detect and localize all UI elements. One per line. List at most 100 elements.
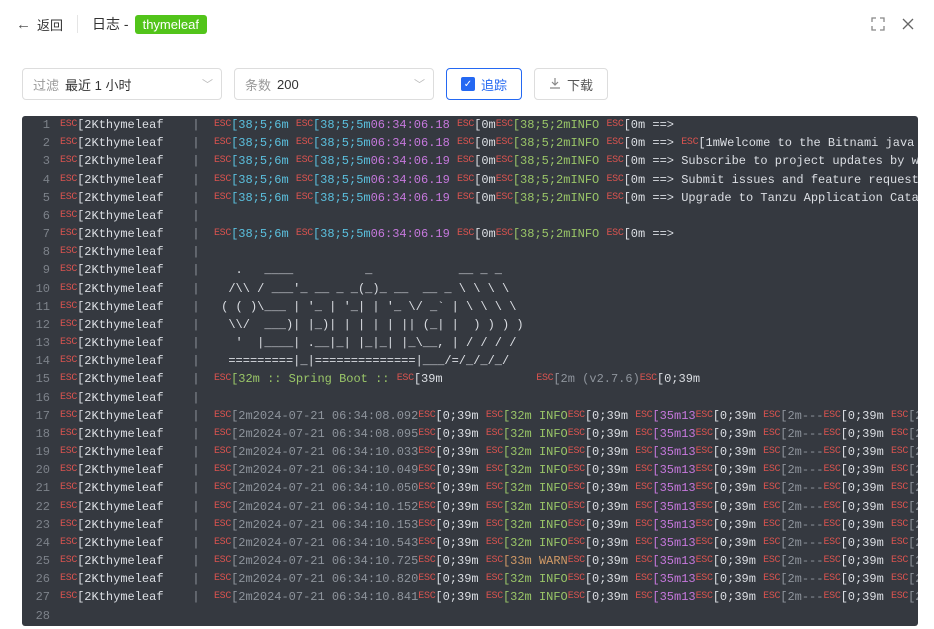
back-button[interactable]: ← 返回 — [16, 15, 63, 34]
line-number: 10 — [22, 280, 60, 298]
log-line-content: ESC[2Kthymeleaf | — [60, 243, 918, 261]
log-row: 4ESC[2Kthymeleaf | ESC[38;5;6m ESC[38;5;… — [22, 171, 918, 189]
log-line-content: ESC[2Kthymeleaf | ESC[38;5;6m ESC[38;5;5… — [60, 134, 918, 152]
line-number: 23 — [22, 516, 60, 534]
divider — [77, 15, 78, 33]
log-row: 22ESC[2Kthymeleaf | ESC[2m2024-07-21 06:… — [22, 498, 918, 516]
arrow-left-icon: ← — [16, 16, 31, 33]
log-row: 20ESC[2Kthymeleaf | ESC[2m2024-07-21 06:… — [22, 461, 918, 479]
log-line-content: ESC[2Kthymeleaf | =========|_|==========… — [60, 352, 918, 370]
filter-select[interactable]: 过滤 最近 1 小时 ﹀ — [22, 68, 222, 100]
close-icon[interactable] — [898, 14, 918, 34]
log-line-content: ESC[2Kthymeleaf | ESC[2m2024-07-21 06:34… — [60, 552, 918, 570]
line-number: 9 — [22, 261, 60, 279]
log-row: 18ESC[2Kthymeleaf | ESC[2m2024-07-21 06:… — [22, 425, 918, 443]
log-row: 21ESC[2Kthymeleaf | ESC[2m2024-07-21 06:… — [22, 479, 918, 497]
log-row: 10ESC[2Kthymeleaf | /\\ / ___'_ __ _ _(_… — [22, 280, 918, 298]
filter-prefix: 过滤 — [33, 75, 59, 94]
log-row: 17ESC[2Kthymeleaf | ESC[2m2024-07-21 06:… — [22, 407, 918, 425]
line-number: 17 — [22, 407, 60, 425]
log-line-content: ESC[2Kthymeleaf | ( ( )\___ | '_ | '_| |… — [60, 298, 918, 316]
log-row: 11ESC[2Kthymeleaf | ( ( )\___ | '_ | '_|… — [22, 298, 918, 316]
log-row: 7ESC[2Kthymeleaf | ESC[38;5;6m ESC[38;5;… — [22, 225, 918, 243]
follow-toggle-button[interactable]: ✓ 追踪 — [446, 68, 522, 100]
download-button[interactable]: 下载 — [534, 68, 608, 100]
log-line-content: ESC[2Kthymeleaf | ESC[2m2024-07-21 06:34… — [60, 534, 918, 552]
log-line-content: ESC[2Kthymeleaf | ESC[2m2024-07-21 06:34… — [60, 516, 918, 534]
line-number: 16 — [22, 389, 60, 407]
line-number: 13 — [22, 334, 60, 352]
log-row: 26ESC[2Kthymeleaf | ESC[2m2024-07-21 06:… — [22, 570, 918, 588]
log-row: 14ESC[2Kthymeleaf | =========|_|========… — [22, 352, 918, 370]
log-row: 9ESC[2Kthymeleaf | . ____ _ __ _ _ — [22, 261, 918, 279]
download-label: 下载 — [567, 75, 593, 94]
line-number: 6 — [22, 207, 60, 225]
line-number: 15 — [22, 370, 60, 388]
line-number: 24 — [22, 534, 60, 552]
line-number: 21 — [22, 479, 60, 497]
line-number: 5 — [22, 189, 60, 207]
line-number: 22 — [22, 498, 60, 516]
log-line-content: ESC[2Kthymeleaf | \\/ ___)| |_)| | | | |… — [60, 316, 918, 334]
log-line-content: ESC[2Kthymeleaf | ' |____| .__|_| |_|_| … — [60, 334, 918, 352]
line-number: 7 — [22, 225, 60, 243]
app-tag: thymeleaf — [135, 15, 207, 34]
log-row: 25ESC[2Kthymeleaf | ESC[2m2024-07-21 06:… — [22, 552, 918, 570]
line-number: 26 — [22, 570, 60, 588]
log-line-content: ESC[2Kthymeleaf | ESC[32m :: Spring Boot… — [60, 370, 918, 388]
log-row: 15ESC[2Kthymeleaf | ESC[32m :: Spring Bo… — [22, 370, 918, 388]
log-line-content: ESC[2Kthymeleaf | ESC[38;5;6m ESC[38;5;5… — [60, 225, 918, 243]
line-number: 28 — [22, 607, 60, 625]
line-number: 19 — [22, 443, 60, 461]
lines-value: 200 — [277, 77, 299, 92]
log-row: 27ESC[2Kthymeleaf | ESC[2m2024-07-21 06:… — [22, 588, 918, 606]
line-number: 1 — [22, 116, 60, 134]
follow-label: 追踪 — [481, 75, 507, 94]
log-row: 13ESC[2Kthymeleaf | ' |____| .__|_| |_|_… — [22, 334, 918, 352]
log-row: 5ESC[2Kthymeleaf | ESC[38;5;6m ESC[38;5;… — [22, 189, 918, 207]
line-number: 4 — [22, 171, 60, 189]
log-viewer[interactable]: 1ESC[2Kthymeleaf | ESC[38;5;6m ESC[38;5;… — [22, 116, 918, 626]
line-number: 3 — [22, 152, 60, 170]
log-line-content: ESC[2Kthymeleaf | ESC[2m2024-07-21 06:34… — [60, 588, 918, 606]
log-line-content: ESC[2Kthymeleaf | ESC[2m2024-07-21 06:34… — [60, 479, 918, 497]
log-row: 1ESC[2Kthymeleaf | ESC[38;5;6m ESC[38;5;… — [22, 116, 918, 134]
lines-select[interactable]: 条数 200 ﹀ — [234, 68, 434, 100]
log-line-content: ESC[2Kthymeleaf | ESC[2m2024-07-21 06:34… — [60, 570, 918, 588]
page-title: 日志 - — [92, 14, 129, 34]
checkbox-checked-icon: ✓ — [461, 77, 475, 91]
filter-value: 最近 1 小时 — [65, 75, 131, 94]
log-line-content: ESC[2Kthymeleaf | . ____ _ __ _ _ — [60, 261, 918, 279]
line-number: 12 — [22, 316, 60, 334]
log-row: 8ESC[2Kthymeleaf | — [22, 243, 918, 261]
line-number: 20 — [22, 461, 60, 479]
line-number: 25 — [22, 552, 60, 570]
log-line-content: ESC[2Kthymeleaf | ESC[2m2024-07-21 06:34… — [60, 461, 918, 479]
log-line-content: ESC[2Kthymeleaf | ESC[38;5;6m ESC[38;5;5… — [60, 189, 918, 207]
chevron-down-icon: ﹀ — [414, 76, 425, 92]
log-row: 28 — [22, 607, 918, 625]
line-number: 18 — [22, 425, 60, 443]
log-line-content — [60, 607, 918, 625]
log-line-content: ESC[2Kthymeleaf | ESC[2m2024-07-21 06:34… — [60, 443, 918, 461]
back-label: 返回 — [37, 15, 63, 34]
log-row: 24ESC[2Kthymeleaf | ESC[2m2024-07-21 06:… — [22, 534, 918, 552]
lines-prefix: 条数 — [245, 75, 271, 94]
download-icon — [549, 77, 561, 92]
log-line-content: ESC[2Kthymeleaf | — [60, 207, 918, 225]
line-number: 14 — [22, 352, 60, 370]
line-number: 2 — [22, 134, 60, 152]
log-row: 6ESC[2Kthymeleaf | — [22, 207, 918, 225]
log-row: 23ESC[2Kthymeleaf | ESC[2m2024-07-21 06:… — [22, 516, 918, 534]
log-row: 16ESC[2Kthymeleaf | — [22, 389, 918, 407]
log-line-content: ESC[2Kthymeleaf | ESC[2m2024-07-21 06:34… — [60, 498, 918, 516]
line-number: 11 — [22, 298, 60, 316]
fullscreen-icon[interactable] — [868, 14, 888, 34]
line-number: 27 — [22, 588, 60, 606]
chevron-down-icon: ﹀ — [202, 76, 213, 92]
log-line-content: ESC[2Kthymeleaf | ESC[2m2024-07-21 06:34… — [60, 407, 918, 425]
log-line-content: ESC[2Kthymeleaf | ESC[2m2024-07-21 06:34… — [60, 425, 918, 443]
log-row: 2ESC[2Kthymeleaf | ESC[38;5;6m ESC[38;5;… — [22, 134, 918, 152]
log-line-content: ESC[2Kthymeleaf | ESC[38;5;6m ESC[38;5;5… — [60, 171, 918, 189]
log-line-content: ESC[2Kthymeleaf | — [60, 389, 918, 407]
